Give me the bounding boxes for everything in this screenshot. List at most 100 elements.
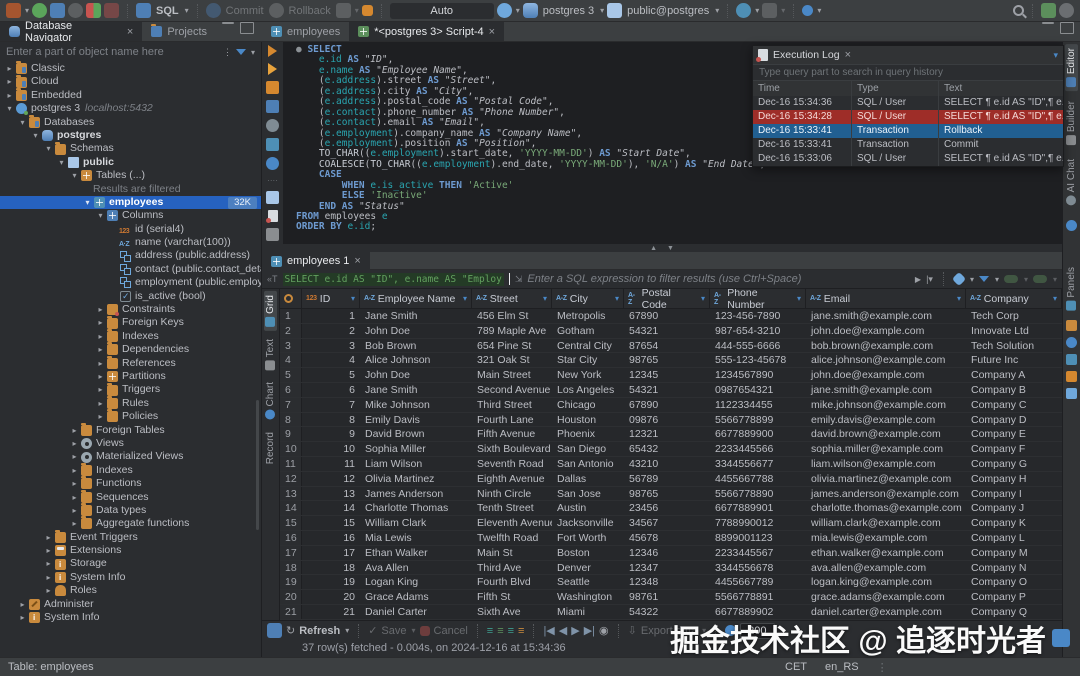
tab-employees-editor[interactable]: employees: [262, 22, 349, 41]
tree-item[interactable]: ▸Foreign Keys: [0, 316, 261, 329]
cell[interactable]: 3: [302, 339, 360, 353]
chevron-down-icon[interactable]: ▾: [1053, 50, 1058, 61]
minimize-panel-icon[interactable]: [222, 22, 234, 24]
tree-item[interactable]: ▾postgres 3localhost:5432: [0, 102, 261, 115]
chevron-icon[interactable]: ▸: [69, 450, 80, 463]
cell[interactable]: Jacksonville: [552, 516, 624, 530]
tree-item[interactable]: ▸Cloud: [0, 75, 261, 88]
cell[interactable]: San Antonio: [552, 457, 624, 471]
cell[interactable]: Fourth Blvd: [472, 575, 552, 589]
cell[interactable]: 6677889900: [710, 427, 806, 441]
row-number-cell[interactable]: 17: [280, 546, 302, 560]
chevron-icon[interactable]: ▸: [43, 571, 54, 584]
cell[interactable]: 12348: [624, 575, 710, 589]
cell[interactable]: Denver: [552, 561, 624, 575]
chevron-icon[interactable]: ▸: [43, 544, 54, 557]
tree-item[interactable]: ▾Tables (...): [0, 169, 261, 182]
cell[interactable]: 54321: [624, 383, 710, 397]
cell[interactable]: 12321: [624, 427, 710, 441]
cell[interactable]: 17: [302, 546, 360, 560]
cell[interactable]: 654 Pine St: [472, 339, 552, 353]
cell[interactable]: 13: [302, 487, 360, 501]
chevron-icon[interactable]: ▸: [43, 584, 54, 597]
cell[interactable]: 45678: [624, 531, 710, 545]
schema-selector[interactable]: public@postgres: [627, 5, 709, 17]
column-header-city[interactable]: A-ZCity▾: [552, 289, 624, 308]
table-row[interactable]: 1414Charlotte ThomasTenth StreetAustin23…: [280, 501, 1062, 516]
refresh-connection-icon[interactable]: [32, 3, 47, 18]
cell[interactable]: sophia.miller@example.com: [806, 442, 966, 456]
cell[interactable]: 555-123-45678: [710, 353, 806, 367]
cell[interactable]: Tech Corp: [966, 309, 1062, 323]
cell[interactable]: Washington: [552, 590, 624, 604]
cell[interactable]: 3344556677: [710, 457, 806, 471]
add-row-icon[interactable]: ≡: [497, 625, 503, 637]
cell[interactable]: 444-555-6666: [710, 339, 806, 353]
cell[interactable]: Ethan Walker: [360, 546, 472, 560]
table-row[interactable]: 1010Sophia MillerSixth BoulevardSan Dieg…: [280, 442, 1062, 457]
cell[interactable]: Tenth Street: [472, 501, 552, 515]
results-filter-bar[interactable]: «T SELECT e.id AS "ID", e.name AS "Emplo…: [262, 270, 1062, 289]
minimize-editor-icon[interactable]: [1042, 22, 1054, 24]
cell[interactable]: 10: [302, 442, 360, 456]
cell[interactable]: 6: [302, 383, 360, 397]
menu-dots-icon[interactable]: ⋮: [877, 661, 888, 674]
log-row[interactable]: Dec-16 15:33:41TransactionRollback: [753, 124, 1063, 138]
tab-results-employees-1[interactable]: employees 1×: [262, 252, 370, 270]
tree-item[interactable]: ▸Rules: [0, 397, 261, 410]
view-tab-record[interactable]: Record: [264, 428, 277, 468]
terminal-icon[interactable]: [266, 138, 279, 151]
duplicate-row-icon[interactable]: ≡: [508, 625, 514, 637]
cell[interactable]: Sixth Boulevard: [472, 442, 552, 456]
row-number-cell[interactable]: 14: [280, 501, 302, 515]
cell[interactable]: 789 Maple Ave: [472, 324, 552, 338]
first-page-icon[interactable]: |◀: [543, 624, 554, 637]
row-number-cell[interactable]: 19: [280, 575, 302, 589]
tree-item[interactable]: ▸Functions: [0, 477, 261, 490]
cell[interactable]: 2233445567: [710, 546, 806, 560]
table-row[interactable]: 77Mike JohnsonThird StreetChicago6789011…: [280, 398, 1062, 413]
cell[interactable]: San Jose: [552, 487, 624, 501]
table-row[interactable]: 2020Grace AdamsFifth StWashington9876155…: [280, 590, 1062, 605]
cell[interactable]: Company H: [966, 472, 1062, 486]
tree-item[interactable]: ▸Dependencies: [0, 343, 261, 356]
cell[interactable]: Company I: [966, 487, 1062, 501]
filter-rows-icon[interactable]: ≡: [487, 625, 493, 637]
row-number-cell[interactable]: 3: [280, 339, 302, 353]
cell[interactable]: Phoenix: [552, 427, 624, 441]
cell[interactable]: Company N: [966, 561, 1062, 575]
search-icon[interactable]: [1013, 5, 1024, 16]
column-header-id[interactable]: 123ID▾: [302, 289, 360, 308]
cell[interactable]: 11: [302, 457, 360, 471]
cell[interactable]: Daniel Carter: [360, 605, 472, 619]
cell[interactable]: 7: [302, 398, 360, 412]
cell[interactable]: Company M: [966, 546, 1062, 560]
cell[interactable]: 12346: [624, 546, 710, 560]
log-row[interactable]: Dec-16 15:34:28SQL / UserSELECT ¶ e.id A…: [753, 110, 1063, 124]
lock-icon[interactable]: [362, 5, 373, 16]
cell[interactable]: 18: [302, 561, 360, 575]
cell[interactable]: Ava Allen: [360, 561, 472, 575]
chevron-icon[interactable]: ▸: [17, 611, 28, 624]
tree-item[interactable]: ▸Materialized Views: [0, 450, 261, 463]
settings-gear-icon[interactable]: [266, 157, 279, 170]
chevron-icon[interactable]: ▸: [69, 491, 80, 504]
chevron-icon[interactable]: ▾: [56, 156, 67, 169]
cell[interactable]: 4455667789: [710, 575, 806, 589]
cell[interactable]: Third Ave: [472, 561, 552, 575]
document-x-icon[interactable]: [266, 228, 279, 241]
table-row[interactable]: 1515William ClarkEleventh AvenueJacksonv…: [280, 516, 1062, 531]
row-number-cell[interactable]: 20: [280, 590, 302, 604]
cell[interactable]: john.doe@example.com: [806, 324, 966, 338]
cell[interactable]: 8899001123: [710, 531, 806, 545]
tree-item[interactable]: ▾postgres: [0, 129, 261, 142]
chevron-icon[interactable]: ▾: [95, 209, 106, 222]
cell[interactable]: 12: [302, 472, 360, 486]
chevron-icon[interactable]: ▸: [69, 477, 80, 490]
cell[interactable]: Bob Brown: [360, 339, 472, 353]
tree-item[interactable]: ▸Embedded: [0, 89, 261, 102]
chevron-icon[interactable]: ▾: [30, 129, 41, 142]
cell[interactable]: william.clark@example.com: [806, 516, 966, 530]
explain-plan-icon[interactable]: [266, 100, 279, 113]
cell[interactable]: 5: [302, 368, 360, 382]
